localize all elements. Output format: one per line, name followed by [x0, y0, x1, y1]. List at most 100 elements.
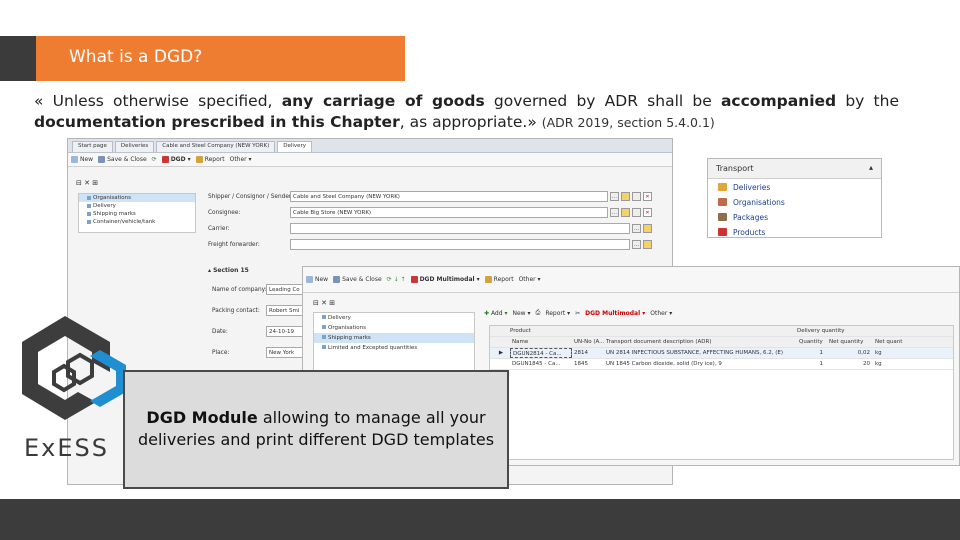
print-icon[interactable]: ⎙ — [536, 309, 541, 317]
report-button[interactable]: Report — [195, 156, 225, 163]
transport-item-deliveries[interactable]: Deliveries — [708, 179, 881, 194]
tree-item-organisations[interactable]: Organisations — [314, 323, 474, 333]
tree-item-delivery[interactable]: Delivery — [79, 202, 195, 210]
other-menu[interactable]: Other ▾ — [230, 156, 252, 163]
expand-icon[interactable]: ⊞ — [92, 179, 98, 187]
open-icon[interactable] — [632, 192, 641, 201]
open-icon[interactable] — [632, 208, 641, 217]
edit-icon[interactable] — [643, 224, 652, 233]
add-button[interactable]: ✚ Add ▾ — [484, 310, 507, 317]
deliveries-label: Deliveries — [733, 183, 771, 192]
other-menu[interactable]: Other ▾ — [519, 276, 541, 283]
grid-report-button[interactable]: Report ▾ — [545, 310, 570, 317]
grid-other-menu[interactable]: Other ▾ — [650, 310, 672, 317]
tab-delivery[interactable]: Delivery — [277, 141, 313, 152]
shipper-label: Shipper / Consignor / Sender: — [208, 193, 294, 200]
close-icon[interactable]: ✕ — [84, 179, 90, 187]
grid-group-header: Product Delivery quantity — [490, 326, 953, 337]
cell-un-no[interactable]: 1845 — [572, 359, 604, 369]
table-row[interactable]: DGUN1845 - Ca... 1845 UN 1845 Carbon dio… — [490, 359, 953, 370]
tree-item-shipping-marks[interactable]: Shipping marks — [79, 210, 195, 218]
lookup-icon[interactable]: … — [610, 208, 619, 217]
save-close-label: Save & Close — [107, 156, 147, 163]
save-icon — [98, 156, 106, 163]
expand-icon[interactable]: ⊞ — [329, 299, 335, 307]
other-label: Other — [518, 276, 536, 283]
consignee-field[interactable]: Cable Big Store (NEW YORK) — [290, 207, 608, 218]
tree-item-delivery[interactable]: Delivery — [314, 313, 474, 323]
lookup-icon[interactable]: … — [632, 240, 641, 249]
report-button[interactable]: Report — [484, 276, 514, 283]
cell-quantity[interactable]: 1 — [797, 348, 827, 358]
edit-icon[interactable] — [621, 192, 630, 201]
edit-icon[interactable] — [643, 240, 652, 249]
carrier-row: Carrier: … — [204, 222, 652, 235]
section-15-header[interactable]: ▴ Section 15 — [208, 267, 308, 277]
cell-net-quantity[interactable]: 0,02 — [827, 348, 873, 358]
cell-quantity[interactable]: 1 — [797, 359, 827, 369]
report-icon — [484, 276, 492, 283]
grid-dgd-button[interactable]: DGD Multimodal ▾ — [585, 310, 645, 317]
cell-un-no[interactable]: 2814 — [572, 348, 604, 358]
shipper-field[interactable]: Cable and Steel Company (NEW YORK) — [290, 191, 608, 202]
packing-contact-label: Packing contact: — [212, 307, 260, 314]
dgd-multimodal-button[interactable]: DGD Multimodal ▾ — [410, 276, 480, 283]
carrier-label: Carrier: — [208, 225, 230, 232]
refresh-icon[interactable]: ⟳ — [152, 156, 157, 163]
quote-emphasis: documentation prescribed in this Chapter — [34, 113, 400, 131]
tab-deliveries[interactable]: Deliveries — [114, 141, 155, 152]
new-button[interactable]: New — [306, 276, 328, 283]
tree-item-container[interactable]: Container/vehicle/tank — [79, 218, 195, 226]
cell-net-quantity[interactable]: 20 — [827, 359, 873, 369]
refresh-icon[interactable]: ⟳ ↓ ↑ — [387, 276, 406, 283]
transport-item-products[interactable]: Products — [708, 224, 881, 239]
transport-item-organisations[interactable]: Organisations — [708, 194, 881, 209]
tab-company[interactable]: Cable and Steel Company (NEW YORK) — [156, 141, 276, 152]
new-grid-button[interactable]: New ▾ — [512, 310, 530, 317]
new-button[interactable]: New — [71, 156, 93, 163]
new-grid-label: New — [512, 309, 526, 317]
carrier-field[interactable] — [290, 223, 630, 234]
cell-name[interactable]: DGUN2814 - Ca... — [510, 348, 572, 358]
dgd-button[interactable]: DGD ▾ — [161, 156, 191, 163]
lookup-icon[interactable]: … — [610, 192, 619, 201]
cut-icon[interactable]: ✂ — [575, 310, 580, 317]
tab-start-page[interactable]: Start page — [72, 141, 113, 152]
col-net-quantity[interactable]: Net quantity — [827, 337, 873, 347]
cell-description[interactable]: UN 2814 INFECTIOUS SUBSTANCE, AFFECTING … — [604, 348, 797, 358]
close-icon[interactable]: ✕ — [321, 299, 327, 307]
save-close-button[interactable]: Save & Close — [333, 276, 382, 283]
cell-description[interactable]: UN 1845 Carbon dioxide, solid (Dry ice),… — [604, 359, 797, 369]
organisations-label: Organisations — [733, 198, 785, 207]
clear-icon[interactable]: ✕ — [643, 208, 652, 217]
lookup-icon[interactable]: … — [632, 224, 641, 233]
section-15-title: Section 15 — [213, 267, 249, 274]
collapse-icon[interactable]: ⊟ — [76, 179, 82, 187]
table-row[interactable]: ▶ DGUN2814 - Ca... 2814 UN 2814 INFECTIO… — [490, 348, 953, 359]
dgd-icon — [161, 156, 169, 163]
cell-name[interactable]: DGUN1845 - Ca... — [510, 359, 572, 369]
collapse-arrow-icon[interactable]: ▴ — [869, 163, 873, 172]
col-name[interactable]: Name — [510, 337, 572, 347]
tree-item-limited-quantities[interactable]: Limited and Excepted quantities — [314, 343, 474, 353]
cell-unit[interactable]: kg — [873, 348, 913, 358]
new-label: New — [315, 276, 329, 283]
tree-item-shipping-marks[interactable]: Shipping marks — [314, 333, 474, 343]
transport-header[interactable]: Transport ▴ — [708, 159, 881, 179]
cell-unit[interactable]: kg — [873, 359, 913, 369]
tree-item-organisations[interactable]: Organisations — [79, 194, 195, 202]
save-close-button[interactable]: Save & Close — [98, 156, 147, 163]
date-row: Date: 24-10-19 — [208, 325, 308, 338]
col-net-quantity-unit[interactable]: Net quant — [873, 337, 913, 347]
forwarder-field[interactable] — [290, 239, 630, 250]
col-description[interactable]: Transport document description (ADR) — [604, 337, 797, 347]
col-quantity[interactable]: Quantity — [797, 337, 827, 347]
report-label: Report — [493, 276, 514, 283]
col-un-no[interactable]: UN-No (A... — [572, 337, 604, 347]
edit-icon[interactable] — [621, 208, 630, 217]
transport-panel: Transport ▴ Deliveries Organisations Pack… — [707, 158, 882, 238]
clear-icon[interactable]: ✕ — [643, 192, 652, 201]
collapse-icon[interactable]: ⊟ — [313, 299, 319, 307]
transport-item-packages[interactable]: Packages — [708, 209, 881, 224]
new-label: New — [80, 156, 94, 163]
